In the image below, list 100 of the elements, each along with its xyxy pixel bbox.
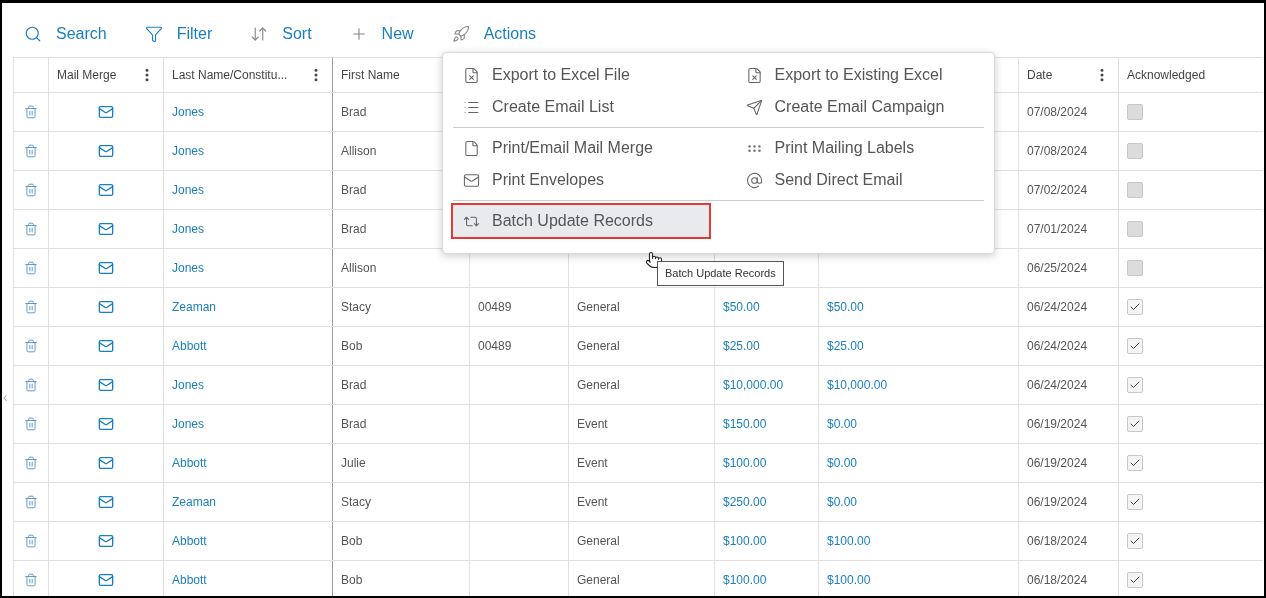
last-name-link[interactable]: Jones xyxy=(172,261,205,275)
amount-link[interactable]: $25.00 xyxy=(723,339,760,353)
checkmark-icon xyxy=(1129,301,1141,313)
last-name-link[interactable]: Jones xyxy=(172,105,205,119)
menu-item[interactable]: Create Email Campaign xyxy=(718,91,984,123)
menu-item[interactable]: Print Envelopes xyxy=(453,164,719,196)
amount-link[interactable]: $0.00 xyxy=(827,495,858,509)
last-name-link[interactable]: Jones xyxy=(172,183,205,197)
date-text: 06/24/2024 xyxy=(1027,378,1088,392)
trash-icon[interactable] xyxy=(24,299,38,315)
trash-icon[interactable] xyxy=(24,221,38,237)
column-header[interactable]: Date xyxy=(1027,66,1053,84)
amount-link[interactable]: $0.00 xyxy=(827,456,858,470)
trash-icon[interactable] xyxy=(24,377,38,393)
envelope-icon[interactable] xyxy=(98,299,114,315)
trash-icon[interactable] xyxy=(24,533,38,549)
toolbar-button[interactable]: Sort xyxy=(250,22,312,46)
amount-link[interactable]: $100.00 xyxy=(723,534,767,548)
acknowledged-checkbox[interactable] xyxy=(1127,182,1143,198)
amount-link[interactable]: $100.00 xyxy=(827,534,871,548)
acknowledged-checkbox[interactable] xyxy=(1127,494,1143,510)
last-name-link[interactable]: Abbott xyxy=(172,573,207,587)
menu-item[interactable]: Create Email List xyxy=(453,91,719,123)
toolbar-button[interactable]: Filter xyxy=(144,22,213,46)
toolbar-button[interactable]: New xyxy=(349,22,414,46)
envelope-icon[interactable] xyxy=(98,182,114,198)
acknowledged-checkbox[interactable] xyxy=(1127,299,1143,315)
date-text: 06/18/2024 xyxy=(1027,573,1088,587)
trash-icon[interactable] xyxy=(24,143,38,159)
amount-link[interactable]: $150.00 xyxy=(723,417,767,431)
date-text: 06/19/2024 xyxy=(1027,495,1088,509)
menu-item[interactable]: Batch Update Records xyxy=(453,205,709,237)
amount-link[interactable]: $250.00 xyxy=(723,495,767,509)
trash-icon[interactable] xyxy=(24,455,38,471)
last-name-link[interactable]: Abbott xyxy=(172,456,207,470)
menu-item[interactable]: Print/Email Mail Merge xyxy=(453,132,719,164)
trash-icon[interactable] xyxy=(24,182,38,198)
last-name-link[interactable]: Jones xyxy=(172,144,205,158)
first-name-text: Brad xyxy=(341,378,367,392)
acknowledged-checkbox[interactable] xyxy=(1127,455,1143,471)
first-name-text: Stacy xyxy=(341,300,371,314)
acknowledged-checkbox[interactable] xyxy=(1127,104,1143,120)
acknowledged-checkbox[interactable] xyxy=(1127,533,1143,549)
envelope-icon[interactable] xyxy=(98,455,114,471)
envelope-icon[interactable] xyxy=(98,377,114,393)
cell-text: General xyxy=(577,378,620,392)
acknowledged-checkbox[interactable] xyxy=(1127,338,1143,354)
menu-item[interactable]: Print Mailing Labels xyxy=(718,132,984,164)
date-text: 06/24/2024 xyxy=(1027,339,1088,353)
menu-item[interactable]: Send Direct Email xyxy=(718,164,984,196)
date-text: 06/25/2024 xyxy=(1027,261,1088,275)
last-name-link[interactable]: Zeaman xyxy=(172,300,217,314)
trash-icon[interactable] xyxy=(24,104,38,120)
toolbar-button[interactable]: Actions xyxy=(451,22,537,46)
toolbar-button[interactable]: Search xyxy=(24,22,107,46)
envelope-icon[interactable] xyxy=(98,143,114,159)
last-name-link[interactable]: Abbott xyxy=(172,339,207,353)
envelope-icon[interactable] xyxy=(98,416,114,432)
tooltip: Batch Update Records xyxy=(657,261,784,286)
amount-link[interactable]: $100.00 xyxy=(827,573,871,587)
last-name-link[interactable]: Abbott xyxy=(172,534,207,548)
acknowledged-checkbox[interactable] xyxy=(1127,260,1143,276)
menu-item[interactable]: Export to Existing Excel xyxy=(718,59,984,91)
envelope-icon[interactable] xyxy=(98,338,114,354)
acknowledged-checkbox[interactable] xyxy=(1127,572,1143,588)
checkmark-icon xyxy=(1129,496,1141,508)
envelope-icon[interactable] xyxy=(98,533,114,549)
amount-link[interactable]: $10,000.00 xyxy=(723,378,784,392)
first-name-text: Allison xyxy=(341,261,377,275)
envelope-icon[interactable] xyxy=(98,494,114,510)
last-name-link[interactable]: Jones xyxy=(172,417,205,431)
last-name-link[interactable]: Jones xyxy=(172,378,205,392)
date-text: 07/02/2024 xyxy=(1027,183,1088,197)
envelope-icon[interactable] xyxy=(98,104,114,120)
acknowledged-checkbox[interactable] xyxy=(1127,416,1143,432)
amount-link[interactable]: $100.00 xyxy=(723,456,767,470)
amount-link[interactable]: $50.00 xyxy=(827,300,864,314)
cell-text: Event xyxy=(577,456,608,470)
acknowledged-checkbox[interactable] xyxy=(1127,377,1143,393)
last-name-link[interactable]: Zeaman xyxy=(172,495,217,509)
trash-icon[interactable] xyxy=(24,260,38,276)
trash-icon[interactable] xyxy=(24,494,38,510)
checkmark-icon xyxy=(1129,574,1141,586)
menu-item[interactable]: Export to Excel File xyxy=(453,59,719,91)
amount-link[interactable]: $50.00 xyxy=(723,300,760,314)
envelope-icon[interactable] xyxy=(98,572,114,588)
envelope-icon[interactable] xyxy=(98,221,114,237)
amount-link[interactable]: $0.00 xyxy=(827,417,858,431)
trash-icon[interactable] xyxy=(24,338,38,354)
trash-icon[interactable] xyxy=(24,572,38,588)
trash-icon[interactable] xyxy=(24,416,38,432)
amount-link[interactable]: $25.00 xyxy=(827,339,864,353)
cell-text: General xyxy=(577,573,620,587)
sort-icon xyxy=(250,25,269,43)
acknowledged-checkbox[interactable] xyxy=(1127,221,1143,237)
amount-link[interactable]: $10,000.00 xyxy=(827,378,888,392)
envelope-icon[interactable] xyxy=(98,260,114,276)
acknowledged-checkbox[interactable] xyxy=(1127,143,1143,159)
last-name-link[interactable]: Jones xyxy=(172,222,205,236)
amount-link[interactable]: $100.00 xyxy=(723,573,767,587)
